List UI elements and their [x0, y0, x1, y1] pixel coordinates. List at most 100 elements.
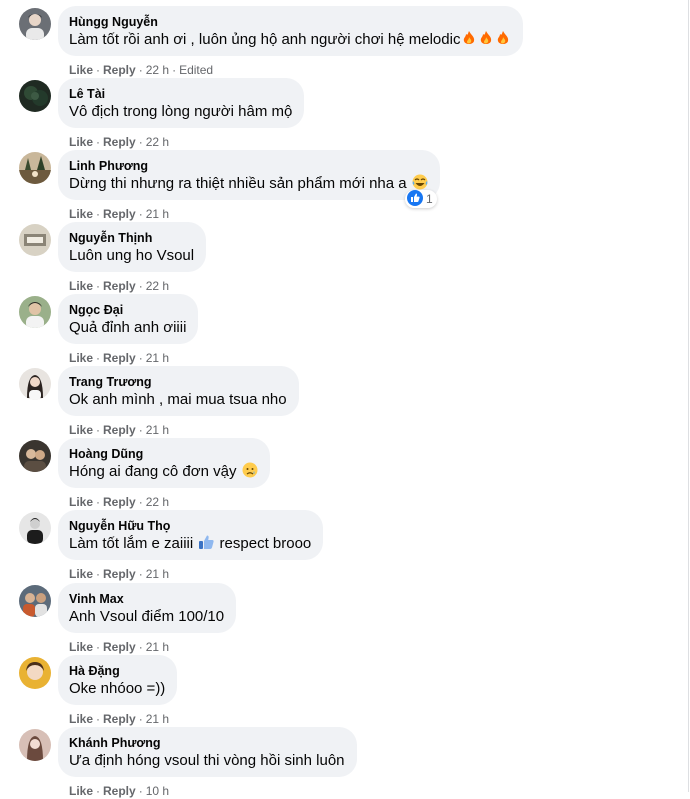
comment-bubble: Hoàng Dũng Hóng ai đang cô đơn vậy — [58, 438, 270, 488]
comment-bubble: Lê Tài Vô địch trong lòng người hâm mộ — [58, 78, 305, 128]
comment-bubble: Vinh Max Anh Vsoul điểm 100/10 — [58, 583, 237, 633]
comment-bubble: Hà Đặng Oke nhóoo =)) — [58, 655, 178, 705]
avatar[interactable] — [19, 512, 51, 544]
avatar[interactable] — [19, 368, 51, 400]
reaction-count[interactable]: 1 — [405, 189, 437, 209]
avatar[interactable] — [19, 585, 51, 617]
separator: · — [138, 495, 143, 509]
like-button[interactable]: Like — [69, 567, 93, 581]
comment-text: Quả đỉnh anh ơiiii — [69, 319, 187, 336]
comment-timestamp[interactable]: 22 h — [146, 495, 169, 509]
reply-button[interactable]: Reply — [103, 423, 136, 437]
separator: · — [96, 207, 101, 221]
avatar[interactable] — [19, 80, 51, 112]
comment-item: Hà Đặng Oke nhóoo =)) Like · Reply · 21 h — [19, 655, 679, 727]
comment-item: Nguyễn Thịnh Luôn ung ho Vsoul Like · Repl… — [19, 222, 679, 294]
avatar[interactable] — [19, 729, 51, 761]
reply-button[interactable]: Reply — [103, 279, 136, 293]
comment-actions: Like · Reply · 21 h — [69, 639, 169, 655]
like-reaction-icon — [407, 189, 423, 209]
comment-author[interactable]: Nguyễn Thịnh — [69, 230, 194, 246]
comment-actions: Like · Reply · 21 h — [69, 566, 169, 582]
reply-button[interactable]: Reply — [103, 495, 136, 509]
comment-text: Ưa định hóng vsoul thi vòng hồi sinh luô… — [69, 752, 345, 769]
comment-author[interactable]: Hùngg Nguyễn — [69, 14, 511, 30]
avatar[interactable] — [19, 152, 51, 184]
comment-item: Hoàng Dũng Hóng ai đang cô đơn vậy Like ·… — [19, 438, 679, 510]
comment-author[interactable]: Khánh Phương — [69, 735, 345, 751]
reply-button[interactable]: Reply — [103, 567, 136, 581]
like-button[interactable]: Like — [69, 279, 93, 293]
avatar[interactable] — [19, 296, 51, 328]
separator: · — [96, 495, 101, 509]
like-button[interactable]: Like — [69, 135, 93, 149]
like-button[interactable]: Like — [69, 423, 93, 437]
comment-author[interactable]: Nguyễn Hữu Thọ — [69, 518, 311, 534]
separator: · — [138, 712, 143, 726]
comment-timestamp[interactable]: 21 h — [146, 207, 169, 221]
comment-actions: Like · Reply · 22 h — [69, 278, 169, 294]
comment-timestamp[interactable]: 21 h — [146, 567, 169, 581]
reply-button[interactable]: Reply — [103, 207, 136, 221]
like-button[interactable]: Like — [69, 351, 93, 365]
like-button[interactable]: Like — [69, 784, 93, 798]
comment-author[interactable]: Hoàng Dũng — [69, 446, 258, 462]
avatar[interactable] — [19, 440, 51, 472]
reply-button[interactable]: Reply — [103, 640, 136, 654]
comment-item: Trang Trương Ok anh mình , mai mua tsua … — [19, 366, 679, 438]
comment-timestamp[interactable]: 21 h — [146, 640, 169, 654]
comment-list: Hùngg Nguyễn Làm tốt rồi anh ơi , luôn ủ… — [0, 0, 689, 798]
comment-item: Linh Phương Dừng thi nhưng ra thiệt nhiề… — [19, 150, 679, 222]
avatar[interactable] — [19, 8, 51, 40]
separator: · — [138, 207, 143, 221]
comment-timestamp[interactable]: 22 h — [146, 279, 169, 293]
reply-button[interactable]: Reply — [103, 351, 136, 365]
comment-author[interactable]: Linh Phương — [69, 158, 428, 174]
comment-text-part: respect brooo — [215, 535, 312, 552]
avatar[interactable] — [19, 224, 51, 256]
separator: · — [172, 63, 177, 77]
comment-text-body: Hóng ai đang cô đơn vậy — [69, 463, 237, 480]
comment-timestamp[interactable]: 21 h — [146, 712, 169, 726]
comment-item: Lê Tài Vô địch trong lòng người hâm mộ L… — [19, 78, 679, 150]
comment-item: Khánh Phương Ưa định hóng vsoul thi vòng… — [19, 727, 679, 799]
comment-author[interactable]: Lê Tài — [69, 86, 292, 102]
comment-bubble: Ngọc Đại Quả đỉnh anh ơiiii — [58, 294, 199, 344]
separator: · — [96, 784, 101, 798]
edited-label[interactable]: Edited — [179, 63, 213, 77]
comment-text: Làm tốt rồi anh ơi , luôn ủng hộ anh ngư… — [69, 30, 511, 51]
comment-author[interactable]: Vinh Max — [69, 591, 224, 607]
separator: · — [96, 712, 101, 726]
comment-timestamp[interactable]: 21 h — [146, 351, 169, 365]
separator: · — [96, 351, 101, 365]
comment-actions: Like · Reply · 21 h — [69, 206, 169, 222]
avatar[interactable] — [19, 657, 51, 689]
comment-text: Dừng thi nhưng ra thiệt nhiều sản phẩm m… — [69, 174, 428, 195]
comment-item: Ngọc Đại Quả đỉnh anh ơiiii Like · Reply · 2… — [19, 294, 679, 366]
comment-timestamp[interactable]: 22 h — [146, 135, 169, 149]
comment-item: Nguyễn Hữu Thọ Làm tốt lắm e zaiiii resp… — [19, 510, 679, 582]
reply-button[interactable]: Reply — [103, 63, 136, 77]
like-button[interactable]: Like — [69, 640, 93, 654]
comment-text-body: Dừng thi nhưng ra thiệt nhiều sản phẩm m… — [69, 175, 407, 192]
comment-timestamp[interactable]: 10 h — [146, 784, 169, 798]
comment-actions: Like · Reply · 22 h · Edited — [69, 62, 213, 78]
reply-button[interactable]: Reply — [103, 784, 136, 798]
separator: · — [96, 279, 101, 293]
comment-timestamp[interactable]: 22 h — [146, 63, 169, 77]
comment-actions: Like · Reply · 21 h — [69, 422, 169, 438]
comment-author[interactable]: Hà Đặng — [69, 663, 165, 679]
comment-timestamp[interactable]: 21 h — [146, 423, 169, 437]
like-button[interactable]: Like — [69, 207, 93, 221]
reply-button[interactable]: Reply — [103, 135, 136, 149]
like-button[interactable]: Like — [69, 63, 93, 77]
comment-author[interactable]: Ngọc Đại — [69, 302, 186, 318]
separator: · — [96, 423, 101, 437]
like-button[interactable]: Like — [69, 712, 93, 726]
like-button[interactable]: Like — [69, 495, 93, 509]
sad-emoji-icon — [242, 462, 258, 483]
comment-actions: Like · Reply · 21 h — [69, 350, 169, 366]
comment-author[interactable]: Trang Trương — [69, 374, 287, 390]
comment-text: Ok anh mình , mai mua tsua nho — [69, 391, 287, 408]
reply-button[interactable]: Reply — [103, 712, 136, 726]
